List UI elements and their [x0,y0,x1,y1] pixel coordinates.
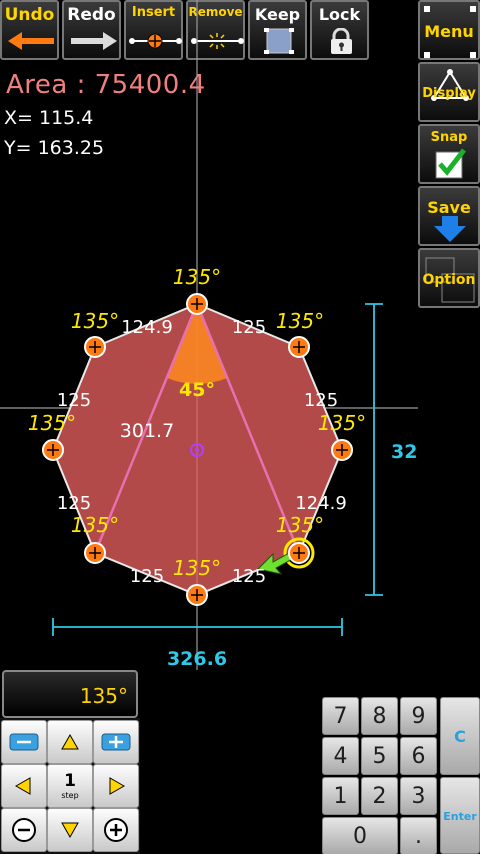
vertex-handle[interactable] [84,336,106,358]
edge-length-label: 125 [232,317,266,338]
move-left-button[interactable] [1,764,47,808]
vertex-angle-label: 135° [276,309,324,333]
arrow-left-small-icon [14,777,31,795]
vertex-angle-label: 135° [173,265,221,289]
plus-circle-icon [104,818,128,842]
angle-value-display: 135° [2,670,138,718]
vertex-handle[interactable] [84,542,106,564]
key-1[interactable]: 1 [322,777,359,815]
key-0[interactable]: 0 [322,817,398,854]
vertex-handle[interactable] [288,542,310,564]
height-dimension-label: 326.6 [391,441,418,463]
vertex-handle[interactable] [186,584,208,606]
display-button[interactable]: Display [418,62,480,122]
decrease-button[interactable] [1,808,47,852]
option-label: Option [422,272,476,288]
vertex-handle[interactable] [42,439,64,461]
vertex-handle[interactable] [331,439,353,461]
height-dimension-line [365,303,383,596]
key-4[interactable]: 4 [322,737,359,775]
edge-length-label: 125 [57,493,91,514]
plus-box-icon [101,733,131,751]
step-size-button[interactable]: 1 step [47,764,93,808]
vertex-handle[interactable] [186,293,208,315]
menu-button[interactable]: Menu [418,0,480,60]
vertex-angle-label: 135° [318,411,366,435]
edge-length-label: 125 [304,390,338,411]
key-3[interactable]: 3 [400,777,437,815]
move-down-button[interactable] [47,808,93,852]
width-dimension-label: 326.6 [167,648,227,670]
control-pad: 1 step [0,718,140,854]
vertex-handle[interactable] [288,336,310,358]
edge-length-label: 125 [232,566,266,587]
display-label: Display [422,86,476,101]
arrow-down-icon [61,822,79,839]
move-right-button[interactable] [93,764,139,808]
download-arrow-icon [434,216,466,242]
checkbox-checked-icon [435,148,466,179]
key-7[interactable]: 7 [322,697,359,735]
edge-length-label: 125 [130,566,164,587]
zoom-in-frame-button[interactable] [93,720,139,764]
diagonal-length-label: 301.7 [120,420,174,442]
vertex-angle-label: 135° [28,411,76,435]
enter-button[interactable]: Enter [440,777,480,854]
key-decimal[interactable]: . [400,817,437,854]
vertex-angle-label: 135° [71,309,119,333]
edge-length-label: 124.9 [295,493,347,514]
save-button[interactable]: Save [418,186,480,246]
minus-box-icon [9,733,39,751]
edge-length-label: 125 [57,390,91,411]
step-value: 1 [64,771,76,791]
menu-label: Menu [424,22,474,41]
drawing-canvas[interactable]: 135° 135° 135° 135° 135° 135° 135° 135° … [0,0,418,670]
zoom-out-frame-button[interactable] [1,720,47,764]
snap-button[interactable]: Snap [418,124,480,184]
clear-button[interactable]: C [440,697,480,775]
move-up-button[interactable] [47,720,93,764]
edge-length-label: 124.9 [121,317,173,338]
step-label: step [61,791,79,800]
increase-button[interactable] [93,808,139,852]
arrow-right-small-icon [109,777,126,795]
minus-circle-icon [12,818,36,842]
key-2[interactable]: 2 [361,777,398,815]
key-9[interactable]: 9 [400,697,437,735]
vertex-angle-label: 135° [276,513,324,537]
apex-angle-label: 45° [179,379,215,401]
snap-label: Snap [430,130,468,145]
key-8[interactable]: 8 [361,697,398,735]
key-6[interactable]: 6 [400,737,437,775]
vertex-angle-label: 135° [173,556,221,580]
arrow-up-icon [61,733,79,750]
key-5[interactable]: 5 [361,737,398,775]
vertex-angle-label: 135° [71,513,119,537]
option-button[interactable]: Option [418,248,480,308]
